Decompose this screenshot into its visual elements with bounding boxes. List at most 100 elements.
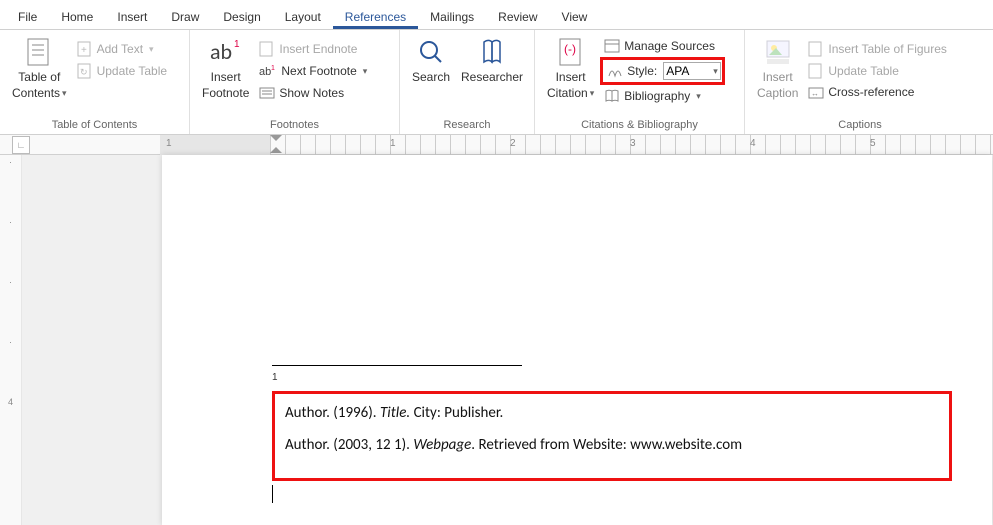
tab-insert[interactable]: Insert [105,4,159,29]
bib-date: (2003, 12 1). [333,436,410,454]
researcher-button[interactable]: Researcher [456,32,528,84]
tab-file[interactable]: File [6,4,49,29]
tab-home[interactable]: Home [49,4,105,29]
footnote-number: 1 [272,372,952,383]
search-button[interactable]: Search [406,32,456,84]
document-page[interactable]: 1 Author. (1996). Title. City: Publisher… [162,155,992,525]
svg-text:+: + [81,45,87,56]
chevron-down-icon: ▾ [696,91,701,102]
next-footnote-button[interactable]: ab1 Next Footnote▾ [255,60,371,82]
bib-title: Title. [380,404,410,422]
svg-text:ab: ab [210,38,232,65]
bibliography-entry[interactable]: Author. (1996). Title. City: Publisher. [285,404,939,422]
tab-references[interactable]: References [333,4,418,29]
bib-rest: . Retrieved from Website: www.website.co… [471,436,742,454]
group-toc: Table ofContents▾ + Add Text▾ ↻ Update T… [0,30,190,134]
ruler-mark: 4 [750,138,756,149]
next-footnote-icon: ab1 [259,63,277,79]
update-table-captions-button[interactable]: Update Table [804,60,951,82]
svg-text:1: 1 [234,39,240,50]
group-research-label: Research [406,117,528,134]
style-dropdown[interactable]: Style: ▾ [605,61,720,81]
ruler-corner[interactable]: ∟ [12,136,30,154]
tab-design[interactable]: Design [211,4,272,29]
tab-review[interactable]: Review [486,4,549,29]
footnote-icon: ab1 [210,36,242,68]
ribbon-tabs: File Home Insert Draw Design Layout Refe… [0,0,993,30]
group-captions: InsertCaption Insert Table of Figures Up… [745,30,975,134]
endnote-icon [259,41,275,57]
group-captions-label: Captions [751,117,969,134]
show-notes-icon [259,85,275,101]
insert-citation-button[interactable]: (-) InsertCitation▾ [541,32,600,100]
add-text-button[interactable]: + Add Text▾ [73,38,172,60]
researcher-label: Researcher [461,70,523,84]
tab-mailings[interactable]: Mailings [418,4,486,29]
update-icon [808,63,824,79]
cross-reference-label: Cross-reference [828,85,914,99]
insert-citation-label-1: Insert [556,70,586,84]
bib-title: Webpage [413,436,471,454]
ruler-horizontal: ∟ 1 1 2 3 4 5 [0,135,993,155]
update-table-label: Update Table [97,64,168,78]
table-of-contents-button[interactable]: Table of Contents▾ [6,32,73,100]
caption-label-2: Caption [757,86,798,100]
group-toc-label: Table of Contents [6,117,183,134]
tab-view[interactable]: View [550,4,600,29]
manage-sources-button[interactable]: Manage Sources [600,36,725,56]
chevron-down-icon: ▾ [590,86,595,100]
insert-table-of-figures-button[interactable]: Insert Table of Figures [804,38,951,60]
svg-text:(-): (-) [564,42,576,56]
update-table-button[interactable]: ↻ Update Table [73,60,172,82]
tof-label: Insert Table of Figures [828,42,947,56]
search-icon [415,36,447,68]
ruler-mark: 3 [630,138,636,149]
group-footnotes: ab1 InsertFootnote Insert Endnote ab1 Ne… [190,30,400,134]
toc-icon [23,36,55,68]
tab-draw[interactable]: Draw [159,4,211,29]
toc-label-1: Table of [18,70,60,84]
chevron-down-icon: ▾ [149,44,154,55]
bibliography-icon [604,89,620,103]
citation-icon: (-) [555,36,587,68]
bibliography-button[interactable]: Bibliography ▾ [600,86,725,106]
bibliography-label: Bibliography [624,89,690,103]
insert-endnote-button[interactable]: Insert Endnote [255,38,371,60]
cross-reference-button[interactable]: ↔ Cross-reference [804,82,951,102]
ruler-mark: 5 [870,138,876,149]
svg-text:↔: ↔ [811,89,819,98]
svg-text:1: 1 [271,65,275,72]
cross-ref-icon: ↔ [808,85,824,99]
style-highlight: Style: ▾ [600,57,725,85]
chevron-down-icon: ▾ [62,86,67,100]
add-text-icon: + [77,41,93,57]
style-label: Style: [627,64,657,78]
ruler-mark: 1 [390,138,396,149]
footnote-separator [272,365,522,366]
insert-footnote-button[interactable]: ab1 InsertFootnote [196,32,255,100]
show-notes-button[interactable]: Show Notes [255,82,371,104]
chevron-down-icon: ▾ [713,66,718,77]
group-footnotes-label: Footnotes [196,117,393,134]
bibliography-highlight: Author. (1996). Title. City: Publisher. … [272,391,952,481]
chevron-down-icon: ▾ [363,66,368,77]
group-research: Search Researcher Research [400,30,535,134]
insert-caption-button[interactable]: InsertCaption [751,32,804,100]
bib-date: (1996). [333,404,376,422]
tof-icon [808,41,824,57]
ruler[interactable]: 1 1 2 3 4 5 [160,135,993,155]
researcher-icon [476,36,508,68]
update-table-captions-label: Update Table [828,64,899,78]
search-label: Search [412,70,450,84]
toc-label-2: Contents [12,86,60,100]
insert-endnote-label: Insert Endnote [279,42,357,56]
insert-footnote-label-2: Footnote [202,86,249,100]
svg-text:↻: ↻ [80,67,88,77]
bib-author: Author. [285,404,330,422]
group-citations: (-) InsertCitation▾ Manage Sources Style… [535,30,745,134]
show-notes-label: Show Notes [279,86,344,100]
tab-layout[interactable]: Layout [273,4,333,29]
ruler-vertical[interactable]: ····4 [0,155,22,525]
bibliography-entry[interactable]: Author. (2003, 12 1). Webpage. Retrieved… [285,436,939,454]
indent-marker[interactable] [270,135,282,153]
